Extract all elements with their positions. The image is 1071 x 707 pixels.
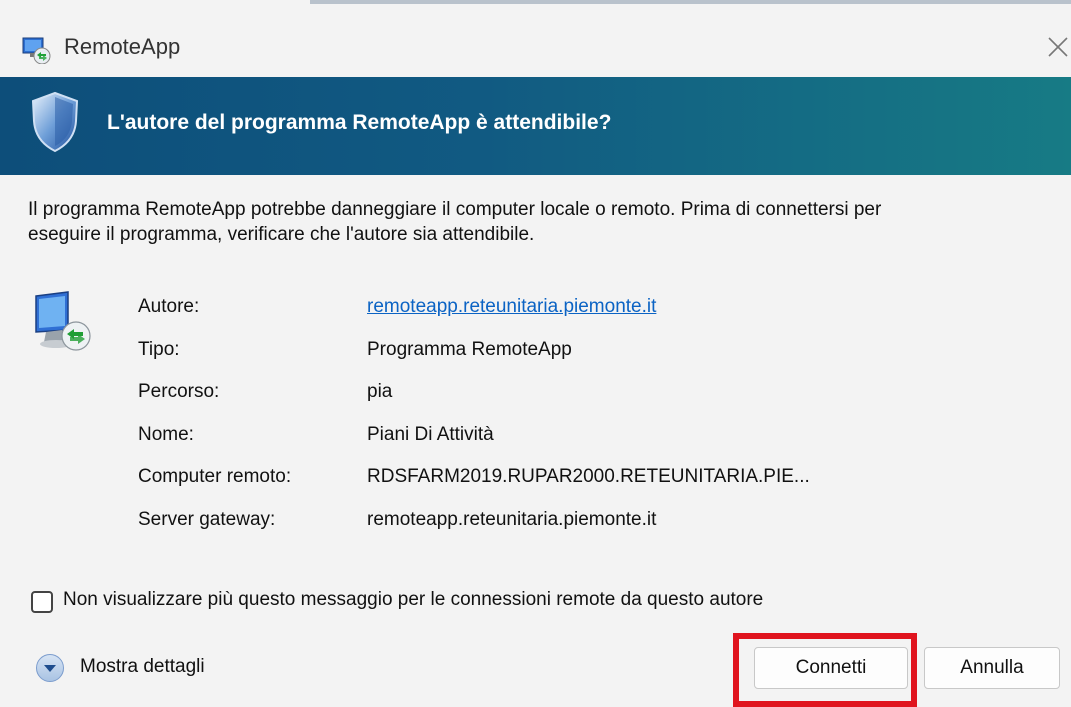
detail-label: Computer remoto:: [138, 466, 292, 487]
dont-show-again-checkbox[interactable]: [31, 591, 53, 613]
description-line: Il programma RemoteApp potrebbe danneggi…: [28, 199, 882, 220]
detail-label: Nome:: [138, 424, 194, 445]
detail-row-computer-remoto: Computer remoto: RDSFARM2019.RUPAR2000.R…: [138, 466, 1038, 496]
detail-row-nome: Nome: Piani Di Attività: [138, 424, 1038, 454]
window-title: RemoteApp: [64, 34, 181, 59]
publisher-link[interactable]: remoteapp.reteunitaria.piemonte.it: [367, 296, 656, 318]
detail-value: pia: [367, 381, 393, 402]
remote-computer-icon: [35, 291, 91, 351]
detail-label: Server gateway:: [138, 509, 276, 530]
remoteapp-icon: [22, 37, 51, 64]
cancel-button[interactable]: Annulla: [924, 647, 1060, 689]
description-line: eseguire il programma, verificare che l'…: [28, 224, 535, 245]
show-details-label[interactable]: Mostra dettagli: [80, 656, 205, 678]
detail-value: Programma RemoteApp: [367, 339, 572, 360]
banner-heading: L'autore del programma RemoteApp è atten…: [107, 111, 612, 134]
detail-row-autore: Autore: remoteapp.reteunitaria.piemonte.…: [138, 296, 1038, 326]
detail-value: remoteapp.reteunitaria.piemonte.it: [367, 509, 657, 530]
chevron-down-icon[interactable]: [36, 654, 64, 682]
background-window-edge: [310, 0, 1071, 4]
warning-banner: L'autore del programma RemoteApp è atten…: [0, 77, 1071, 175]
dialog-content: Il programma RemoteApp potrebbe danneggi…: [0, 175, 1071, 707]
detail-row-server-gateway: Server gateway: remoteapp.reteunitaria.p…: [138, 509, 1038, 539]
description-text: Il programma RemoteApp potrebbe danneggi…: [28, 197, 1028, 247]
detail-label: Autore:: [138, 296, 200, 317]
dont-show-again-label[interactable]: Non visualizzare più questo messaggio pe…: [63, 589, 763, 611]
close-icon[interactable]: [1043, 32, 1071, 60]
shield-icon: [31, 91, 79, 153]
connect-button[interactable]: Connetti: [754, 647, 908, 689]
title-bar: RemoteApp: [0, 12, 1071, 74]
detail-label: Tipo:: [138, 339, 180, 360]
detail-row-percorso: Percorso: pia: [138, 381, 1038, 411]
detail-value: Piani Di Attività: [367, 424, 494, 445]
detail-row-tipo: Tipo: Programma RemoteApp: [138, 339, 1038, 369]
detail-label: Percorso:: [138, 381, 220, 402]
detail-value: RDSFARM2019.RUPAR2000.RETEUNITARIA.PIE..…: [367, 466, 810, 487]
